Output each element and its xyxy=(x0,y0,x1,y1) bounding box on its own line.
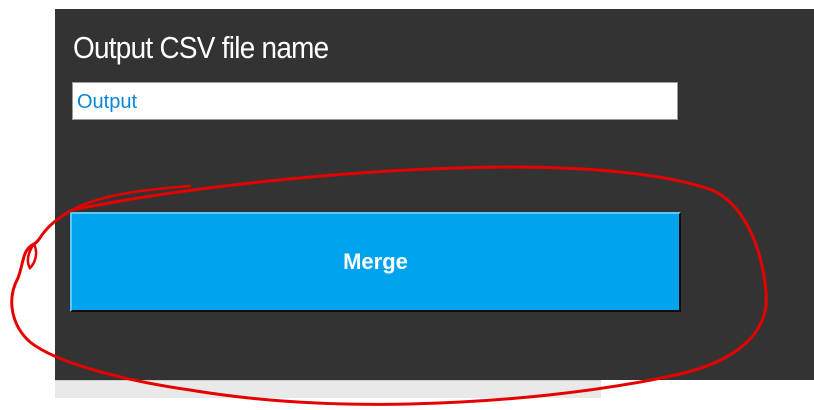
merge-button[interactable]: Merge xyxy=(70,212,681,312)
screenshot-stage: Output CSV file name Merge xyxy=(0,0,814,410)
output-file-name-label: Output CSV file name xyxy=(73,30,329,65)
bottom-strip xyxy=(55,380,601,398)
output-file-name-input[interactable] xyxy=(72,82,678,120)
